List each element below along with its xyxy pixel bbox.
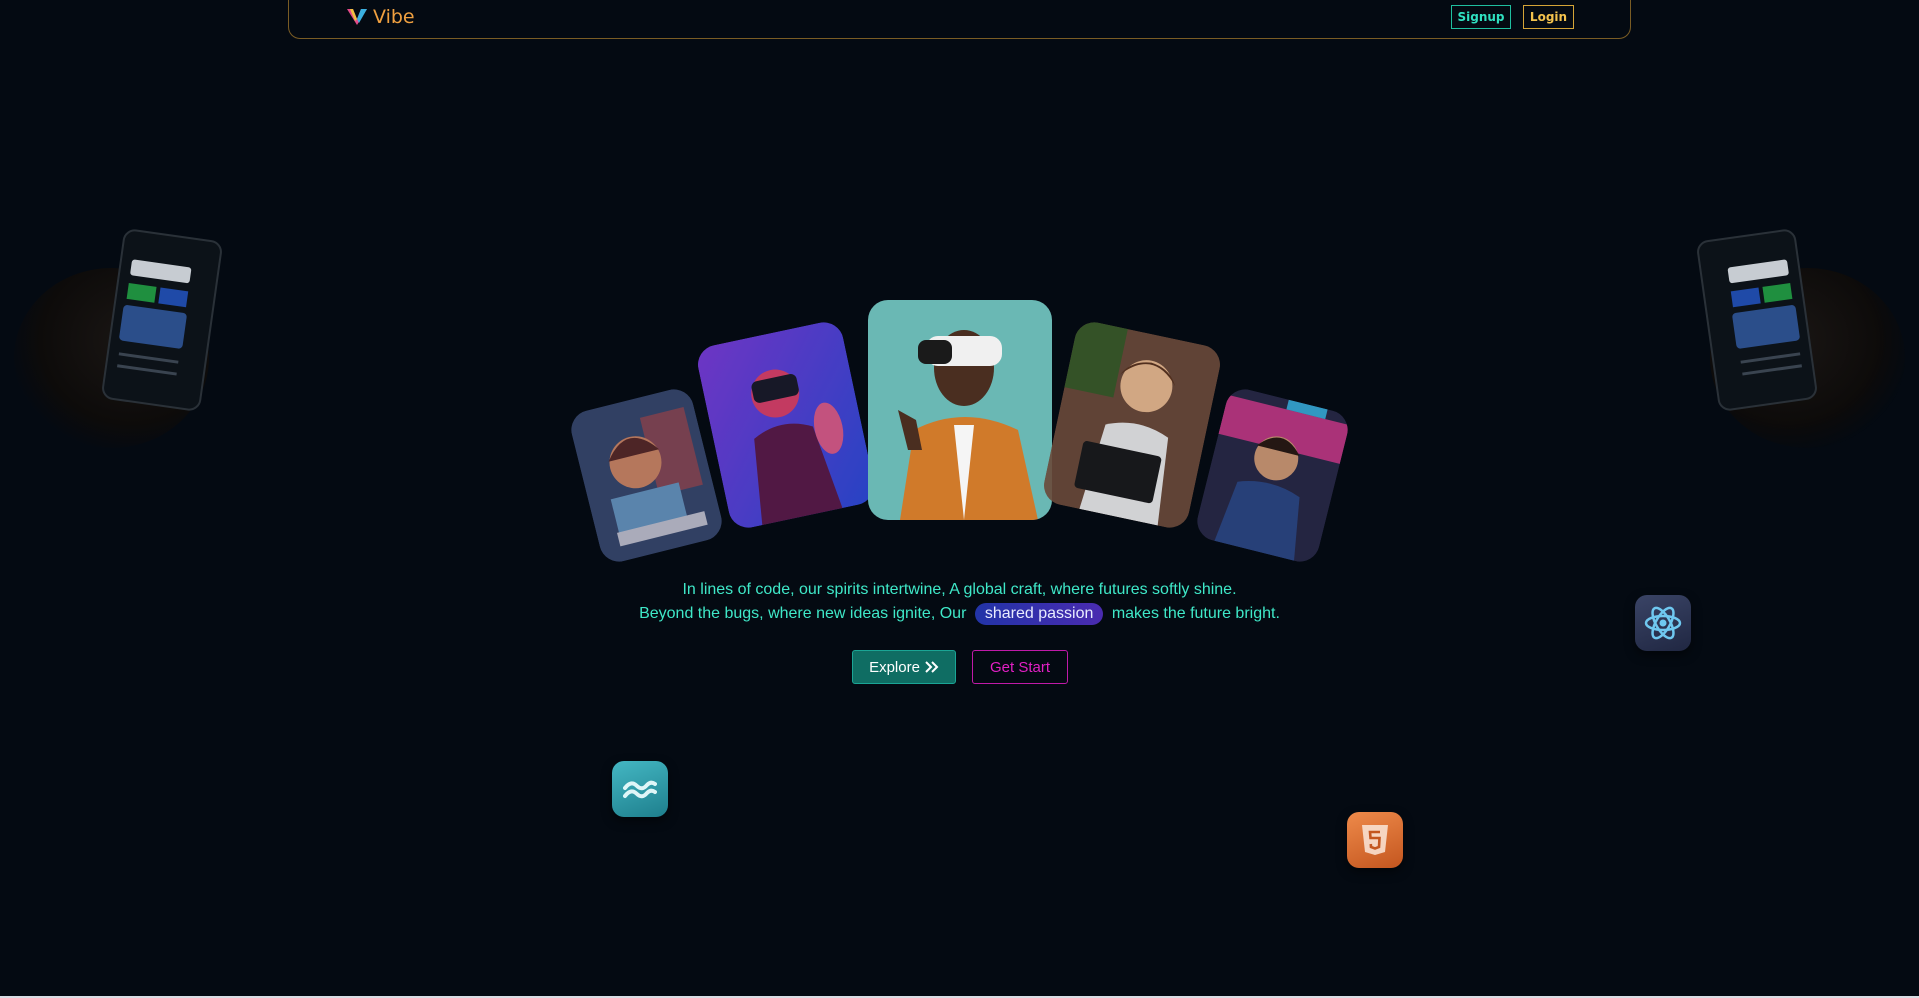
image-card-fan [0,0,1919,998]
get-start-button[interactable]: Get Start [972,650,1068,684]
card-pixel-gamer-image[interactable] [567,385,726,566]
tagline-line-2: Beyond the bugs, where new ideas ignite,… [560,602,1359,626]
tagline-line-1: In lines of code, our spirits intertwine… [682,581,1237,598]
hero-tagline: In lines of code, our spirits intertwine… [560,578,1359,626]
explore-button[interactable]: Explore [852,650,956,684]
card-vr-headset-man-image[interactable] [868,300,1052,520]
tailwind-icon [612,761,668,817]
card-vr-man-image[interactable] [694,318,878,532]
tagline-line-2-end: makes the future bright. [1111,605,1280,622]
explore-label: Explore [869,658,920,676]
tagline-line-2-start: Beyond the bugs, where new ideas ignite,… [639,605,967,622]
card-jacket-boy-image[interactable] [1193,385,1352,566]
double-chevron-right-icon [925,661,939,673]
shared-passion-highlight: shared passion [974,603,1104,625]
card-laptop-boy-image[interactable] [1040,318,1224,532]
react-icon [1635,595,1691,651]
html5-icon [1347,812,1403,868]
